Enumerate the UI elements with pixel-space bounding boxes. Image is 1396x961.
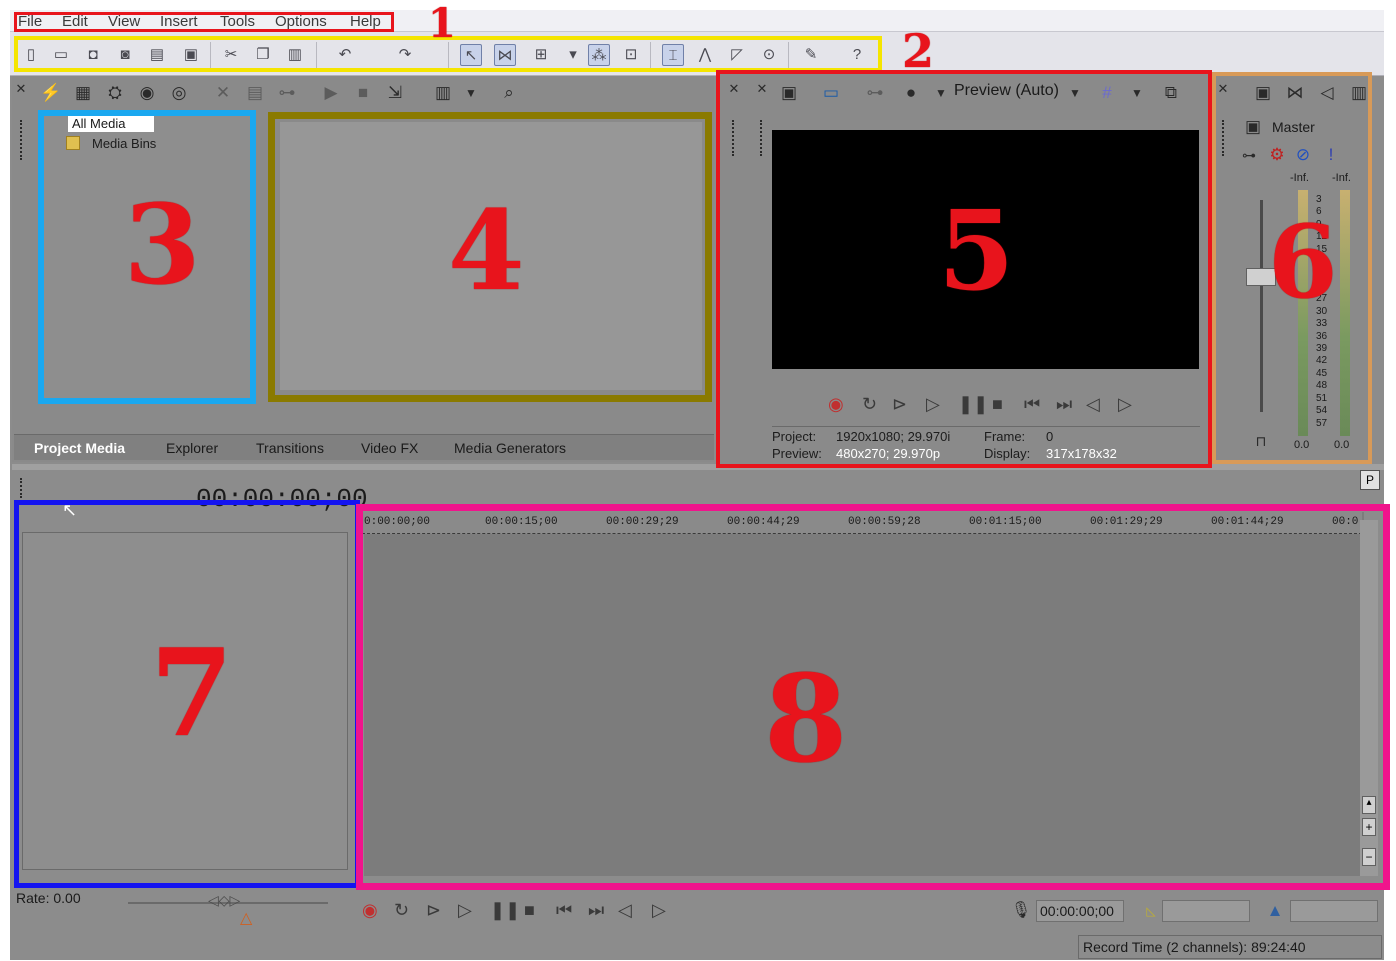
record-icon[interactable]: ◉ <box>362 900 378 921</box>
selection-start-icon: ◺ <box>1146 904 1156 918</box>
callout-number-6: 6 <box>1268 203 1338 321</box>
microphone-icon: 🎙 <box>1010 902 1032 919</box>
chevron-down-icon[interactable]: ▼ <box>460 82 482 104</box>
callout-box-8 <box>356 504 1390 890</box>
media-properties-icon[interactable]: ▤ <box>244 82 266 104</box>
tab-video-fx[interactable]: Video FX <box>351 437 428 461</box>
play-icon[interactable]: ▷ <box>458 900 472 921</box>
selection-length-field[interactable] <box>1290 900 1378 922</box>
remove-icon[interactable]: ✕ <box>212 82 234 104</box>
close-icon[interactable]: ✕ <box>14 78 28 100</box>
go-to-end-icon[interactable]: ⏭ <box>588 900 604 921</box>
callout-number-7: 7 <box>150 623 234 764</box>
search-icon[interactable]: ⌕ <box>498 82 520 104</box>
tab-explorer[interactable]: Explorer <box>156 437 228 461</box>
capture-video-icon[interactable]: ▦ <box>72 82 94 104</box>
auto-preview-icon[interactable]: ⇲ <box>384 82 406 104</box>
play-from-start-icon[interactable]: ⊳ <box>426 900 441 921</box>
dock-grip[interactable] <box>20 478 23 498</box>
pause-icon[interactable]: ❚❚ <box>490 900 520 921</box>
callout-number-2: 2 <box>902 24 935 78</box>
search-online-icon[interactable]: ◎ <box>168 82 190 104</box>
tab-transitions[interactable]: Transitions <box>246 437 334 461</box>
callout-box-1 <box>14 12 394 32</box>
tab-media-generators[interactable]: Media Generators <box>444 437 576 461</box>
rate-label: Rate: 0.00 <box>16 890 81 906</box>
import-media-icon[interactable]: ⚡ <box>40 82 62 104</box>
callout-number-8: 8 <box>764 649 848 790</box>
cursor-position-field[interactable]: 00:00:00;00 <box>1036 900 1124 922</box>
stop-icon[interactable]: ■ <box>524 900 535 921</box>
selection-start-field[interactable] <box>1162 900 1250 922</box>
next-frame-icon[interactable]: ▷ <box>652 900 666 921</box>
loop-icon[interactable]: ↻ <box>394 900 409 921</box>
media-tabs: Project Media Explorer Transitions Video… <box>14 434 714 460</box>
tab-project-media[interactable]: Project Media <box>24 437 135 461</box>
record-time-status: Record Time (2 channels): 89:24:40 <box>1078 935 1382 959</box>
callout-number-5: 5 <box>938 186 1015 315</box>
go-to-start-icon[interactable]: ⏮ <box>556 900 572 921</box>
marker-toggle-icon[interactable]: P <box>1360 470 1380 490</box>
rate-slider-thumb[interactable]: ◁◇▷ <box>208 892 240 909</box>
callout-number-3: 3 <box>124 180 201 309</box>
extract-audio-icon[interactable]: ◉ <box>136 82 158 104</box>
selection-length-icon: ▲ <box>1266 901 1284 920</box>
callout-number-1: 1 <box>428 0 456 47</box>
play-icon[interactable]: ▶ <box>320 82 342 104</box>
get-photo-icon[interactable]: ⛭ <box>104 82 126 104</box>
callout-number-4: 4 <box>448 186 525 315</box>
rate-marker-icon: △ <box>240 910 253 927</box>
stop-icon[interactable]: ■ <box>352 82 374 104</box>
media-fx-icon[interactable]: ⊶ <box>276 82 298 104</box>
views-icon[interactable]: ▥ <box>432 82 454 104</box>
prev-frame-icon[interactable]: ◁ <box>618 900 632 921</box>
dock-grip[interactable] <box>20 120 23 160</box>
